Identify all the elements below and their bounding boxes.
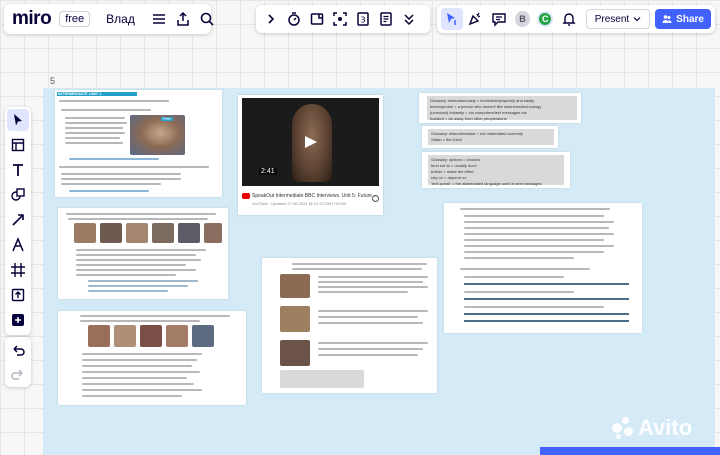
avatar[interactable]: B — [514, 11, 531, 27]
glossary-note[interactable]: Glossary: misunderstand = not understand… — [422, 126, 558, 148]
photo — [130, 115, 185, 155]
search-icon[interactable] — [199, 8, 215, 30]
svg-text:3: 3 — [360, 16, 365, 25]
share-label: Share — [676, 13, 704, 25]
note-line: isolated = far away from other people/al… — [430, 116, 507, 121]
reaction-icon[interactable] — [465, 8, 487, 30]
worksheet-page[interactable] — [58, 311, 246, 405]
worksheet-page[interactable] — [58, 208, 228, 299]
worksheet-page[interactable] — [444, 203, 642, 333]
number-icon[interactable]: 3 — [352, 8, 374, 30]
collaboration-toolbar: 3 — [256, 5, 430, 33]
glossary-note[interactable]: Glossary: instantaneously = immediately/… — [419, 93, 581, 123]
comment-icon[interactable] — [488, 8, 510, 30]
youtube-icon — [242, 193, 250, 199]
play-icon[interactable] — [302, 136, 318, 148]
frame-label: 5 — [50, 76, 56, 86]
top-left-panel: miro free Влад — [4, 4, 214, 34]
photo-caption: Peter — [161, 117, 174, 121]
add-icon[interactable] — [7, 309, 29, 331]
users-icon — [662, 15, 672, 23]
present-label: Present — [594, 13, 630, 25]
notes-icon[interactable] — [375, 8, 397, 30]
glossary-note[interactable]: Glossary: options = choices tend not to … — [422, 152, 570, 188]
avatar[interactable]: C — [537, 11, 554, 27]
export-icon[interactable] — [175, 8, 191, 30]
avito-text: Avito — [638, 415, 693, 440]
video-duration: 2:41 — [259, 168, 277, 175]
chevron-right-icon[interactable] — [260, 8, 282, 30]
video-subtitle: YouTube · Updated 27.06.2024 @ 21:22 GMT… — [252, 201, 347, 206]
avito-watermark: Avito — [612, 415, 692, 441]
present-button[interactable]: Present — [585, 9, 651, 29]
worksheet-page[interactable] — [262, 258, 437, 393]
text-icon[interactable] — [7, 159, 29, 181]
voting-icon[interactable] — [306, 8, 328, 30]
focus-icon[interactable] — [329, 8, 351, 30]
worksheet-page[interactable]: INTERMEDIATE UNIT 1 Peter — [55, 90, 222, 197]
bell-icon[interactable] — [558, 8, 580, 30]
share-button[interactable]: Share — [655, 9, 711, 29]
miro-logo[interactable]: miro — [12, 8, 52, 30]
menu-icon[interactable] — [151, 8, 167, 30]
upload-icon[interactable] — [7, 284, 29, 306]
notification-bar[interactable] — [540, 447, 720, 455]
plan-badge[interactable]: free — [59, 11, 91, 27]
video-embed[interactable]: 2:41 SpeakOut Intermediate BBC Interview… — [238, 95, 383, 215]
info-icon[interactable] — [372, 195, 379, 202]
frame-icon[interactable] — [7, 259, 29, 281]
redo-icon[interactable] — [7, 363, 29, 385]
video-player[interactable]: 2:41 — [242, 98, 379, 186]
chevron-down-icon — [633, 17, 641, 22]
video-title[interactable]: SpeakOut Intermediate BBC Interviews. Un… — [252, 193, 378, 199]
left-toolbar — [5, 107, 31, 335]
cursor-flag-icon[interactable] — [441, 8, 463, 30]
page-title: INTERMEDIATE UNIT 1 — [58, 91, 102, 96]
top-right-panel: B C Present Share — [437, 5, 715, 33]
connector-icon[interactable] — [7, 209, 29, 231]
template-icon[interactable] — [7, 134, 29, 156]
avito-logo-icon — [612, 417, 634, 439]
board-name[interactable]: Влад — [106, 12, 135, 26]
pen-icon[interactable] — [7, 234, 29, 256]
note-line: 'text-speak' = the abbreviated language … — [431, 181, 542, 186]
timer-icon[interactable] — [283, 8, 305, 30]
undo-icon[interactable] — [7, 339, 29, 361]
more-icon[interactable] — [398, 8, 420, 30]
note-line: Satan = the Devil — [431, 137, 462, 142]
shapes-icon[interactable] — [7, 184, 29, 206]
select-icon[interactable] — [7, 109, 29, 131]
history-toolbar — [5, 337, 31, 387]
